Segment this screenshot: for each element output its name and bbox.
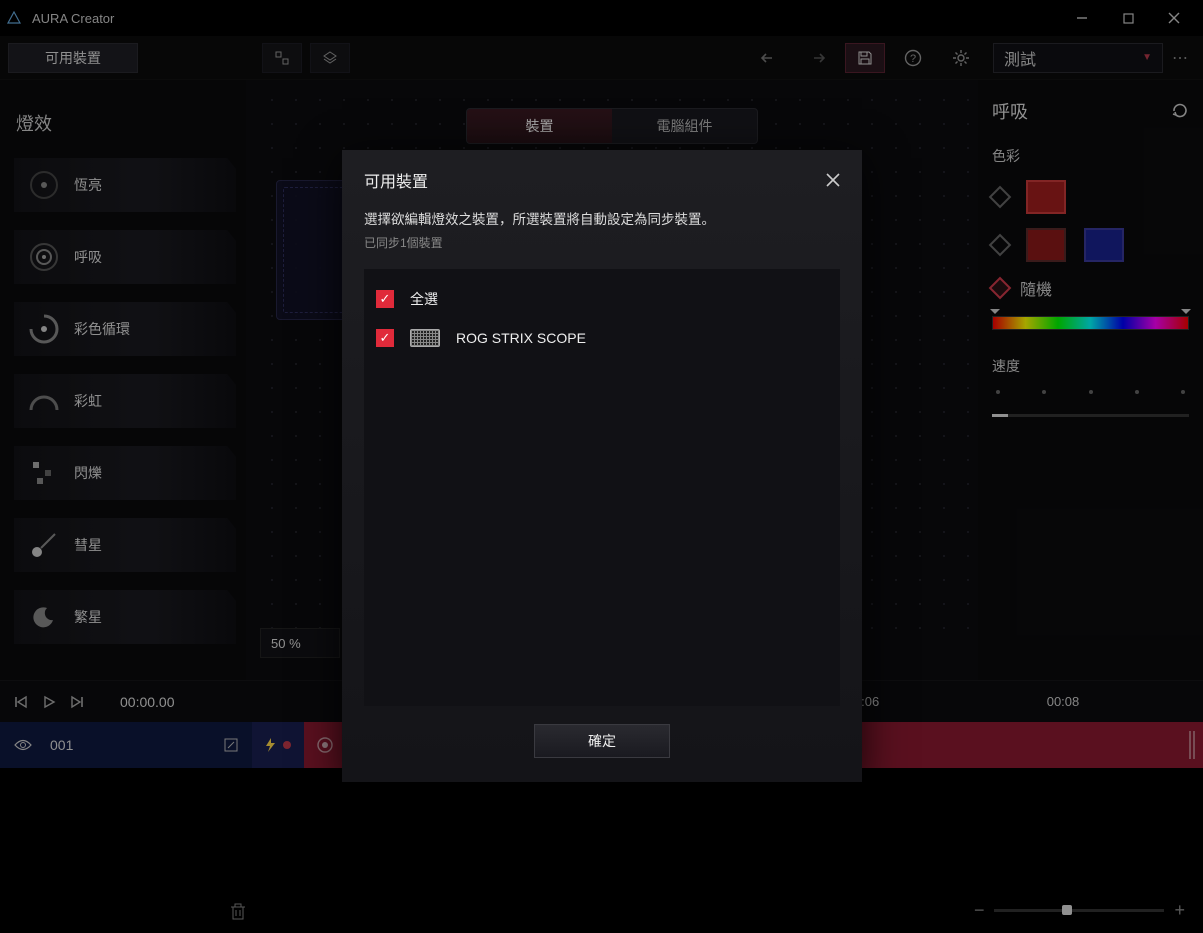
device-row[interactable]: ✓ ROG STRIX SCOPE bbox=[372, 319, 832, 357]
select-all-checkbox[interactable]: ✓ bbox=[376, 290, 394, 308]
select-all-row[interactable]: ✓ 全選 bbox=[372, 279, 832, 319]
device-checkbox[interactable]: ✓ bbox=[376, 329, 394, 347]
dialog-header: 可用裝置 bbox=[342, 150, 862, 202]
dialog-title: 可用裝置 bbox=[364, 168, 428, 192]
keyboard-icon bbox=[410, 329, 440, 347]
dialog-footer: 確定 bbox=[342, 710, 862, 782]
confirm-button[interactable]: 確定 bbox=[534, 724, 670, 758]
available-devices-dialog: 可用裝置 選擇欲編輯燈效之裝置，所選裝置將自動設定為同步裝置。 已同步1個裝置 … bbox=[342, 150, 862, 782]
device-name-label: ROG STRIX SCOPE bbox=[456, 330, 586, 346]
dialog-close-button[interactable] bbox=[826, 173, 840, 187]
select-all-label: 全選 bbox=[410, 289, 438, 309]
dialog-sync-status: 已同步1個裝置 bbox=[342, 230, 862, 265]
dialog-description: 選擇欲編輯燈效之裝置，所選裝置將自動設定為同步裝置。 bbox=[342, 202, 862, 230]
device-list: ✓ 全選 ✓ ROG STRIX SCOPE bbox=[364, 269, 840, 706]
